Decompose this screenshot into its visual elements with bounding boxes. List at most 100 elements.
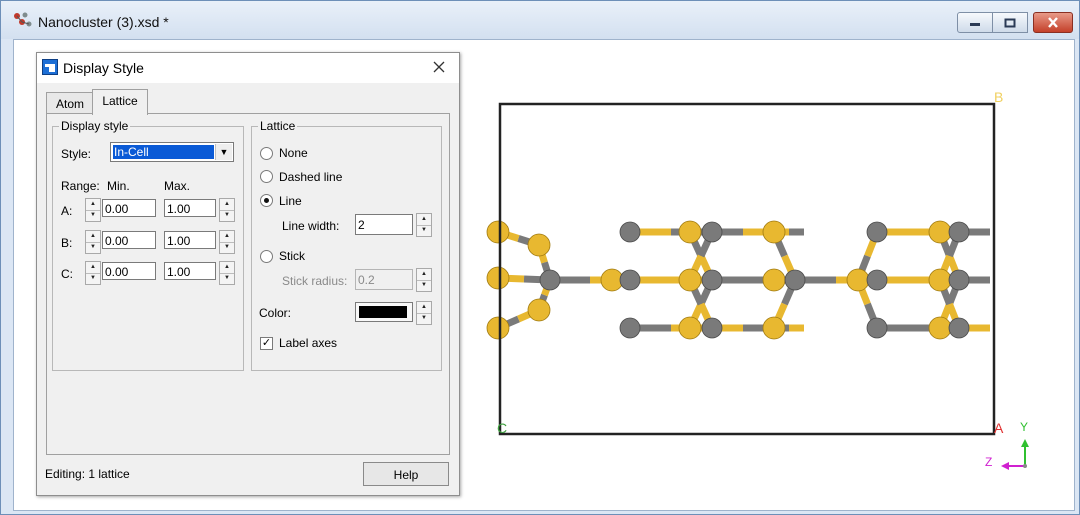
sulfur-atom[interactable] [762, 220, 786, 244]
color-spinner[interactable]: ▲ ▼ [416, 301, 432, 325]
color-swatch-fill [359, 306, 407, 318]
help-button[interactable]: Help [363, 462, 449, 486]
window-title: Nanocluster (3).xsd * [38, 14, 169, 30]
sulfur-atom[interactable] [527, 298, 551, 322]
sulfur-atom[interactable] [527, 233, 551, 257]
lattice-group-label: Lattice [260, 119, 296, 133]
sulfur-atom[interactable] [678, 316, 702, 340]
line-width-field[interactable]: 2 [355, 214, 413, 235]
style-select[interactable]: In-Cell ▼ [110, 142, 234, 162]
range-b-min-field[interactable]: 0.00 [102, 231, 156, 249]
sulfur-atom[interactable] [762, 316, 786, 340]
line-width-spinner[interactable]: ▲ ▼ [416, 213, 432, 237]
lattice-label-a: A [994, 420, 1004, 436]
metal-atom[interactable] [784, 269, 806, 291]
radio-dashed-line-label: Dashed line [279, 170, 343, 184]
radio-line-label: Line [279, 194, 302, 208]
range-b-max-field[interactable]: 1.00 [164, 231, 216, 249]
range-c-max-spinner[interactable]: ▲ ▼ [219, 261, 235, 285]
style-label: Style: [61, 147, 92, 161]
dialog-title: Display Style [63, 60, 144, 76]
radio-stick-label: Stick [279, 249, 306, 263]
radio-line[interactable] [260, 194, 273, 207]
maximize-icon [1004, 18, 1016, 27]
radio-none[interactable] [260, 147, 273, 160]
stick-radius-spinner[interactable]: ▲ ▼ [416, 268, 432, 292]
sulfur-atom[interactable] [928, 220, 952, 244]
range-a-max-spinner[interactable]: ▲ ▼ [219, 198, 235, 222]
display-style-group-label: Display style [61, 119, 129, 133]
range-axis-c-label: C: [61, 267, 73, 281]
range-c-max-field[interactable]: 1.00 [164, 262, 216, 280]
axis-label-y: Y [1020, 420, 1028, 434]
sulfur-atom[interactable] [678, 268, 702, 292]
sulfur-atom[interactable] [762, 268, 786, 292]
lattice-label-b: B [994, 89, 1003, 105]
range-a-min-field[interactable]: 0.00 [102, 199, 156, 217]
axis-label-z: Z [985, 455, 992, 469]
metal-atom[interactable] [619, 269, 641, 291]
chevron-down-icon[interactable]: ▼ [215, 144, 232, 160]
tab-lattice[interactable]: Lattice [92, 89, 148, 115]
metal-atom[interactable] [619, 221, 641, 243]
metal-atom[interactable] [701, 221, 723, 243]
color-label: Color: [259, 306, 292, 320]
range-b-min-spinner[interactable]: ▲ ▼ [85, 230, 101, 254]
title-bar[interactable]: Nanocluster (3).xsd * [1, 1, 1079, 39]
range-a-max-field[interactable]: 1.00 [164, 199, 216, 217]
stick-radius-label: Stick radius: [282, 274, 348, 288]
dialog-title-bar[interactable]: Display Style [37, 53, 459, 83]
sulfur-atom[interactable] [486, 220, 510, 244]
minimize-icon [970, 22, 980, 26]
metal-atom[interactable] [539, 269, 561, 291]
metal-atom[interactable] [948, 269, 970, 291]
radio-none-label: None [279, 146, 308, 160]
range-c-min-field[interactable]: 0.00 [102, 262, 156, 280]
metal-atom[interactable] [701, 269, 723, 291]
status-text: Editing: 1 lattice [45, 467, 130, 481]
sulfur-atom[interactable] [678, 220, 702, 244]
close-icon [1048, 17, 1058, 28]
close-icon [433, 61, 445, 73]
range-axis-a-label: A: [61, 204, 73, 218]
lattice-cell-box [498, 102, 996, 436]
dialog-close-button[interactable] [429, 57, 449, 77]
max-label: Max. [164, 179, 191, 193]
metal-atom[interactable] [866, 317, 888, 339]
label-axes-label: Label axes [279, 336, 338, 350]
min-label: Min. [107, 179, 130, 193]
style-select-value: In-Cell [113, 145, 214, 159]
radio-dashed-line[interactable] [260, 170, 273, 183]
minimize-button[interactable] [957, 12, 993, 33]
close-window-button[interactable] [1033, 12, 1073, 33]
line-width-label: Line width: [282, 219, 340, 233]
metal-atom[interactable] [866, 221, 888, 243]
range-axis-b-label: B: [61, 236, 73, 250]
dialog-window-icon [42, 59, 58, 75]
sulfur-atom[interactable] [486, 266, 510, 290]
range-b-max-spinner[interactable]: ▲ ▼ [219, 230, 235, 254]
metal-atom[interactable] [619, 317, 641, 339]
sulfur-atom[interactable] [846, 268, 870, 292]
sulfur-atom[interactable] [486, 316, 510, 340]
color-swatch-button[interactable] [355, 302, 413, 322]
metal-atom[interactable] [701, 317, 723, 339]
lattice-label-c: C [497, 420, 507, 436]
display-style-dialog: Display Style Atom Lattice Display style… [36, 52, 460, 496]
maximize-button[interactable] [992, 12, 1028, 33]
metal-atom[interactable] [948, 317, 970, 339]
range-c-min-spinner[interactable]: ▲ ▼ [85, 261, 101, 285]
label-axes-checkbox[interactable]: ✓ [260, 337, 273, 350]
metal-atom[interactable] [948, 221, 970, 243]
sulfur-atom[interactable] [928, 268, 952, 292]
radio-stick[interactable] [260, 250, 273, 263]
stick-radius-field[interactable]: 0.2 [355, 269, 413, 290]
range-a-min-spinner[interactable]: ▲ ▼ [85, 198, 101, 222]
metal-atom[interactable] [866, 269, 888, 291]
bonds [496, 228, 990, 332]
sulfur-atom[interactable] [928, 316, 952, 340]
range-label: Range: [61, 179, 100, 193]
tab-atom[interactable]: Atom [46, 92, 94, 115]
structure-document-icon [14, 12, 32, 27]
axis-triad-icon [1001, 439, 1029, 470]
